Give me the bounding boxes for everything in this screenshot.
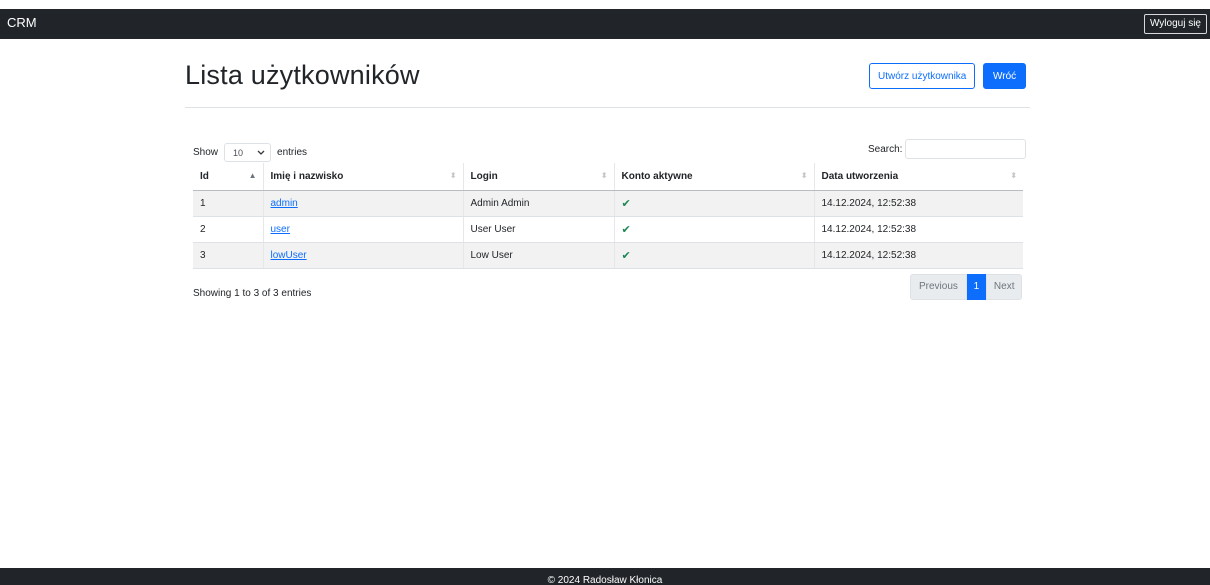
page-1-button[interactable]: 1 — [966, 274, 986, 300]
entries-select[interactable]: 10 — [224, 143, 272, 162]
search-input[interactable] — [905, 139, 1027, 159]
column-header-login[interactable]: Login ⬍ — [462, 163, 614, 191]
cell-name: lowUser — [262, 242, 463, 269]
cell-login: Low User — [462, 242, 614, 269]
cell-created: 14.12.2024, 12:52:38 — [813, 190, 1023, 217]
table-header-row: Id ▲ Imię i nazwisko ⬍ Login ⬍ Konto akt… — [193, 163, 1023, 191]
cell-created: 14.12.2024, 12:52:38 — [813, 242, 1023, 269]
users-table: Id ▲ Imię i nazwisko ⬍ Login ⬍ Konto akt… — [193, 163, 1023, 269]
footer: © 2024 Radosław Kłonica — [0, 568, 1210, 585]
table-row: 3 lowUser Low User ✔ 14.12.2024, 12:52:3… — [193, 242, 1023, 269]
user-link[interactable]: lowUser — [271, 250, 307, 261]
entries-length-control: Show 10 entries — [193, 143, 307, 162]
column-header-id[interactable]: Id ▲ — [193, 163, 263, 191]
sort-icon: ⬍ — [800, 171, 808, 180]
check-icon: ✔ — [621, 197, 631, 210]
cell-login: User User — [462, 216, 614, 243]
pagination: Previous 1 Next — [910, 274, 1023, 300]
page-title: Lista użytkowników — [185, 60, 420, 90]
column-header-name[interactable]: Imię i nazwisko ⬍ — [262, 163, 463, 191]
chevron-down-icon — [257, 148, 265, 158]
show-label: Show — [193, 147, 219, 158]
title-divider — [185, 107, 1030, 108]
next-page-button[interactable]: Next — [985, 274, 1023, 300]
logout-button[interactable]: Wyloguj się — [1143, 14, 1207, 34]
cell-id: 1 — [193, 190, 263, 217]
cell-active: ✔ — [613, 242, 814, 269]
user-link[interactable]: user — [271, 224, 290, 235]
sort-icon: ⬍ — [449, 171, 457, 180]
sort-asc-icon: ▲ — [248, 171, 257, 180]
cell-active: ✔ — [613, 216, 814, 243]
brand-logo[interactable]: CRM — [7, 15, 37, 30]
table-row: 1 admin Admin Admin ✔ 14.12.2024, 12:52:… — [193, 190, 1023, 217]
table-info: Showing 1 to 3 of 3 entries — [193, 288, 312, 299]
cell-active: ✔ — [613, 190, 814, 217]
back-button[interactable]: Wróć — [983, 63, 1027, 89]
column-header-active[interactable]: Konto aktywne ⬍ — [613, 163, 814, 191]
entries-select-value: 10 — [233, 147, 244, 158]
check-icon: ✔ — [621, 223, 631, 236]
user-link[interactable]: admin — [271, 198, 298, 209]
sort-icon: ⬍ — [600, 171, 608, 180]
cell-id: 3 — [193, 242, 263, 269]
previous-page-button[interactable]: Previous — [910, 274, 967, 300]
cell-id: 2 — [193, 216, 263, 243]
sort-icon: ⬍ — [1010, 171, 1017, 180]
entries-label: entries — [277, 147, 308, 158]
column-header-created[interactable]: Data utworzenia ⬍ — [813, 163, 1023, 191]
search-control: Search: — [868, 139, 1027, 159]
cell-created: 14.12.2024, 12:52:38 — [813, 216, 1023, 243]
top-navbar: CRM Wyloguj się — [0, 9, 1210, 39]
cell-name: admin — [262, 190, 463, 217]
cell-name: user — [262, 216, 463, 243]
table-row: 2 user User User ✔ 14.12.2024, 12:52:38 — [193, 216, 1023, 243]
cell-login: Admin Admin — [462, 190, 614, 217]
check-icon: ✔ — [621, 249, 631, 262]
create-user-button[interactable]: Utwórz użytkownika — [869, 63, 976, 89]
search-label: Search: — [868, 143, 903, 155]
